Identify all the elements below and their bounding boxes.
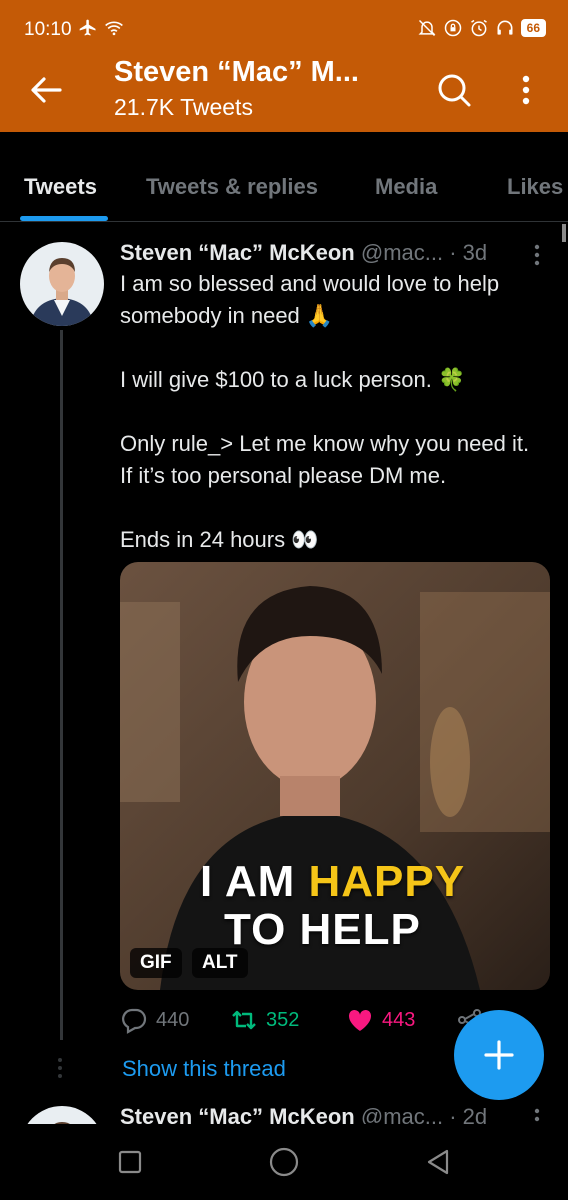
tweet-line: Ends in 24 hours 👀 (120, 527, 319, 552)
tweet-gif[interactable]: I AM HAPPY TO HELP GIF ALT (120, 562, 550, 990)
mute-bell-icon (418, 19, 436, 37)
tab-likes[interactable]: Likes (507, 174, 563, 200)
like-button[interactable]: 443 (346, 1006, 415, 1034)
home-icon[interactable] (266, 1144, 302, 1180)
author-handle[interactable]: @mac... (361, 240, 443, 265)
more-options-icon[interactable] (512, 70, 540, 110)
profile-tabs: Tweets Tweets & replies Media Likes (0, 160, 568, 222)
system-nav-bar (0, 1124, 568, 1200)
status-time: 10:10 (24, 19, 72, 40)
reply-count: 440 (156, 1008, 190, 1031)
tweet-header: Steven “Mac” McKeon @mac... · 3d (120, 240, 550, 266)
tweet-time[interactable]: 3d (463, 240, 487, 265)
alarm-icon (470, 19, 487, 37)
retweet-count: 352 (266, 1008, 300, 1031)
compose-tweet-button[interactable] (454, 1010, 544, 1100)
thread-line (60, 330, 63, 1040)
back-nav-icon[interactable] (422, 1146, 454, 1178)
tweet-text: I am so blessed and would love to help s… (120, 268, 540, 556)
wifi-icon (105, 21, 123, 36)
recents-icon[interactable] (114, 1146, 146, 1178)
tweet-line: Only rule_> Let me know why you need it.… (120, 431, 530, 488)
reply-button[interactable]: 440 (120, 1006, 189, 1034)
gif-caption: I AM HAPPY TO HELP (200, 857, 466, 954)
status-bar: 10:10 66 (0, 0, 568, 56)
plus-icon (484, 1040, 514, 1070)
tweet-more-icon[interactable] (530, 242, 544, 268)
avatar[interactable] (20, 242, 104, 326)
like-count: 443 (382, 1008, 416, 1031)
scrollbar-thumb[interactable] (562, 224, 566, 242)
battery-indicator: 66 (520, 19, 546, 37)
headphones-icon (497, 20, 513, 35)
tab-tweets[interactable]: Tweets (24, 174, 97, 200)
profile-title: Steven “Mac” M... (114, 56, 359, 88)
tab-tweets-replies[interactable]: Tweets & replies (146, 174, 318, 200)
tweet-separator: · (449, 240, 457, 265)
app-header: 10:10 66 Steven “Mac” M... 21.7K Tweets (0, 0, 568, 132)
back-arrow-icon[interactable] (26, 70, 66, 110)
retweet-button[interactable]: 352 (230, 1006, 299, 1034)
tab-media[interactable]: Media (375, 174, 437, 200)
lock-rotation-icon (444, 19, 461, 37)
gif-badge: GIF (130, 948, 182, 978)
search-icon[interactable] (434, 70, 474, 110)
thread-dots (58, 1058, 62, 1078)
retweet-icon (232, 1010, 256, 1030)
tweet-count: 21.7K Tweets (114, 94, 253, 120)
reply-icon (122, 1008, 147, 1034)
airplane-icon (79, 19, 96, 36)
tweet-line: I will give $100 to a luck person. 🍀 (120, 367, 466, 392)
show-thread-link[interactable]: Show this thread (122, 1056, 286, 1082)
author-name[interactable]: Steven “Mac” McKeon (120, 240, 355, 265)
tweet-line: I am so blessed and would love to help s… (120, 271, 500, 328)
heart-icon (348, 1009, 372, 1031)
active-tab-indicator (20, 216, 108, 221)
alt-badge[interactable]: ALT (192, 948, 248, 978)
